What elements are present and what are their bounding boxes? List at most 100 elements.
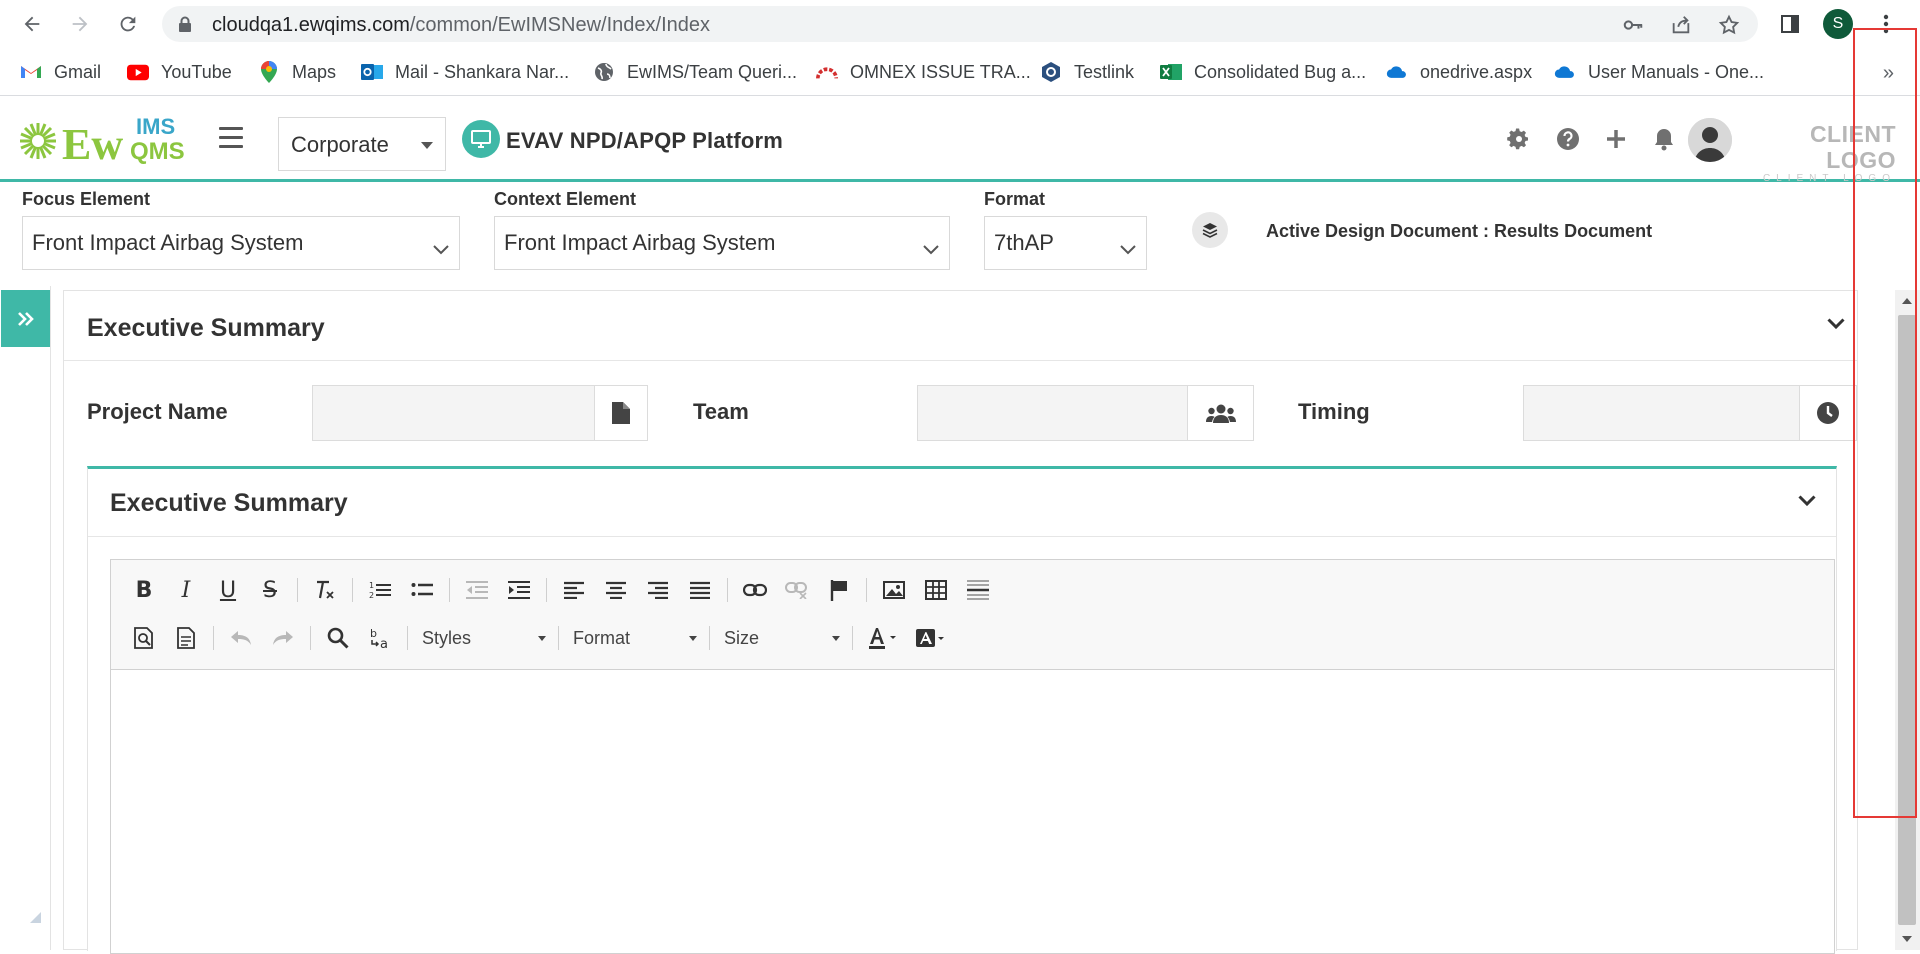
timing-addon[interactable] [1799, 385, 1857, 441]
bookmark-youtube[interactable]: YouTube [127, 60, 232, 84]
project-name-input[interactable] [312, 385, 595, 441]
preview-icon[interactable] [126, 621, 162, 655]
replace-icon[interactable]: ba [362, 621, 398, 655]
back-icon[interactable] [18, 10, 46, 38]
italic-icon[interactable]: I [168, 573, 204, 607]
subpanel-header[interactable]: Executive Summary [88, 469, 1836, 537]
text-color-icon[interactable] [862, 621, 904, 655]
find-icon[interactable] [320, 621, 356, 655]
team-input[interactable] [917, 385, 1189, 441]
bookmark-testlink[interactable]: Testlink [1040, 60, 1134, 84]
svg-text:Ew: Ew [62, 120, 123, 165]
annotation-highlight-box [1853, 28, 1917, 818]
horizontal-line-icon[interactable] [960, 573, 996, 607]
bookmark-ewims-team[interactable]: EwIMS/Team Queri... [593, 60, 797, 84]
timing-label: Timing [1298, 399, 1370, 424]
bold-icon[interactable]: B [126, 573, 162, 607]
reload-icon[interactable] [114, 10, 142, 38]
org-select[interactable]: Corporate [278, 117, 446, 171]
align-justify-icon[interactable] [682, 573, 718, 607]
format-select[interactable]: 7thAP [984, 216, 1147, 270]
chevron-down-icon[interactable] [1798, 494, 1816, 512]
chevron-down-icon [923, 235, 939, 261]
bulleted-list-icon[interactable] [404, 573, 440, 607]
undo-icon[interactable] [223, 621, 259, 655]
chevron-down-icon [1120, 235, 1136, 261]
editor-content-area[interactable] [111, 671, 1834, 953]
excel-icon [1160, 61, 1182, 83]
unlink-icon[interactable] [779, 573, 815, 607]
lock-icon[interactable] [178, 16, 192, 37]
outdent-icon[interactable] [459, 573, 495, 607]
bookmark-maps[interactable]: Maps [258, 60, 336, 84]
project-name-addon[interactable] [594, 385, 648, 441]
project-name-label: Project Name [87, 399, 228, 424]
styles-dropdown[interactable]: Styles [414, 622, 552, 654]
outlook-icon [361, 61, 383, 83]
bookmark-consolidated-bug[interactable]: Consolidated Bug a... [1160, 60, 1366, 84]
bookmark-gmail[interactable]: Gmail [20, 60, 101, 84]
ewqims-logo[interactable]: Ew IMS QMS [18, 113, 194, 169]
focus-element-select[interactable]: Front Impact Airbag System [22, 216, 460, 270]
hamburger-menu-icon[interactable] [219, 127, 243, 149]
omnex-icon [816, 61, 838, 83]
settings-gear-icon[interactable] [1505, 125, 1533, 153]
onedrive-icon [1554, 61, 1576, 83]
align-right-icon[interactable] [640, 573, 676, 607]
timing-input[interactable] [1523, 385, 1801, 441]
align-center-icon[interactable] [598, 573, 634, 607]
bookmark-star-icon[interactable] [1718, 14, 1740, 36]
size-dropdown[interactable]: Size [716, 622, 846, 654]
templates-icon[interactable] [168, 621, 204, 655]
bookmark-user-manuals[interactable]: User Manuals - One... [1554, 60, 1764, 84]
redo-icon[interactable] [265, 621, 301, 655]
layers-icon[interactable] [1192, 212, 1228, 248]
table-icon[interactable] [918, 573, 954, 607]
subpanel-title: Executive Summary [110, 489, 348, 517]
caret-down-icon [689, 636, 697, 641]
org-select-value: Corporate [291, 132, 389, 157]
add-icon[interactable] [1602, 125, 1630, 153]
underline-icon[interactable]: U [210, 573, 246, 607]
help-icon[interactable] [1554, 125, 1582, 153]
remove-format-icon[interactable] [307, 573, 343, 607]
side-panel-icon[interactable] [1776, 10, 1804, 38]
align-left-icon[interactable] [556, 573, 592, 607]
format-dropdown[interactable]: Format [565, 622, 703, 654]
panel-header[interactable]: Executive Summary [64, 291, 1857, 361]
key-icon[interactable] [1622, 14, 1644, 36]
caret-down-icon [421, 142, 433, 149]
notification-bell-icon[interactable] [1650, 125, 1678, 153]
context-element-select[interactable]: Front Impact Airbag System [494, 216, 950, 270]
panel-title: Executive Summary [87, 314, 325, 342]
clock-icon [1817, 402, 1839, 424]
share-icon[interactable] [1670, 14, 1692, 36]
team-addon[interactable] [1187, 385, 1254, 441]
editor-toolbar: B I U S 12 b a Styles Format Size [111, 560, 1834, 670]
resize-grip-icon[interactable] [30, 912, 41, 923]
bookmark-outlook[interactable]: Mail - Shankara Nar... [361, 60, 569, 84]
onedrive-icon [1386, 61, 1408, 83]
strikethrough-icon[interactable]: S [252, 573, 288, 607]
profile-avatar[interactable]: S [1823, 9, 1853, 39]
address-bar[interactable]: cloudqa1.ewqims.com/common/EwIMSNew/Inde… [162, 6, 1758, 42]
youtube-icon [127, 61, 149, 83]
chevron-down-icon[interactable] [1827, 317, 1845, 335]
caret-down-icon [538, 636, 546, 641]
users-icon [1205, 404, 1236, 423]
indent-icon[interactable] [501, 573, 537, 607]
svg-text:b: b [370, 627, 377, 640]
numbered-list-icon[interactable]: 12 [362, 573, 398, 607]
anchor-flag-icon[interactable] [821, 573, 857, 607]
bookmark-onedrive[interactable]: onedrive.aspx [1386, 60, 1532, 84]
forward-icon[interactable] [66, 10, 94, 38]
scroll-down-icon[interactable] [1902, 936, 1912, 942]
executive-summary-panel: Executive Summary Project Name Team Timi… [63, 290, 1858, 954]
background-color-icon[interactable] [910, 621, 952, 655]
image-icon[interactable] [876, 573, 912, 607]
link-icon[interactable] [737, 573, 773, 607]
bookmarks-bar: Gmail YouTube Maps Mail - Shankara Nar..… [0, 48, 1920, 96]
bookmark-omnex-issue[interactable]: OMNEX ISSUE TRA... [816, 60, 1031, 84]
user-avatar[interactable] [1688, 118, 1732, 162]
expand-sidebar-button[interactable] [1, 290, 50, 347]
